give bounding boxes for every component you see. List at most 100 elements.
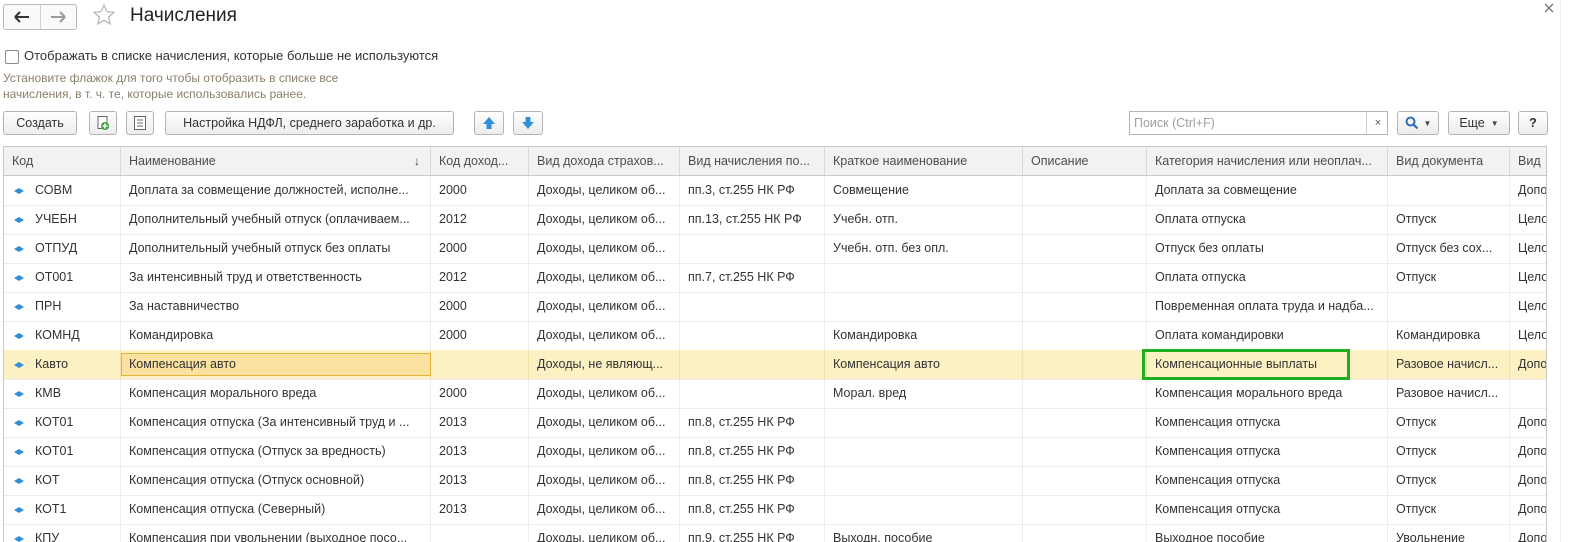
ndfl-settings-button[interactable]: Настройка НДФЛ, среднего заработка и др.	[165, 111, 454, 135]
search-input[interactable]	[1130, 112, 1366, 134]
create-button[interactable]: Создать	[3, 111, 77, 135]
vertical-scrollbar[interactable]	[1560, 0, 1580, 542]
table-cell: Увольнение	[1388, 524, 1510, 542]
table-cell: Совмещение	[825, 176, 1023, 205]
table-cell: Допо	[1510, 495, 1546, 524]
search-clear-button[interactable]: ×	[1366, 112, 1389, 134]
table-cell: Морал. вред	[825, 379, 1023, 408]
table-cell	[1023, 350, 1147, 379]
table-row[interactable]: СОВМ Доплата за совмещение должностей, ис…	[4, 176, 1546, 206]
table-cell: Компенсация морального вреда	[1147, 379, 1388, 408]
table-cell: Компенсация отпуска (Отпуск основной)	[121, 466, 431, 495]
table-cell: Доходы, целиком об...	[529, 495, 680, 524]
table-cell: Доходы, целиком об...	[529, 263, 680, 292]
help-button[interactable]: ?	[1518, 111, 1548, 135]
close-icon	[1544, 3, 1554, 13]
table-cell	[680, 321, 825, 350]
table-cell: Отпуск	[1388, 263, 1510, 292]
table-cell	[1023, 263, 1147, 292]
table-cell: Командировка	[121, 321, 431, 350]
table-cell: Доходы, целиком об...	[529, 176, 680, 205]
table-cell: 2000	[431, 379, 529, 408]
table-row[interactable]: КОТ01 Компенсация отпуска (За интенсивный…	[4, 408, 1546, 438]
table-row[interactable]: КОТ1 Компенсация отпуска (Северный) 2013 До…	[4, 495, 1546, 525]
table-cell: 2000	[431, 292, 529, 321]
accrual-item-icon	[14, 333, 24, 339]
table-cell: Допо	[1510, 408, 1546, 437]
column-header-category[interactable]: Категория начисления или неоплач...	[1147, 147, 1388, 175]
column-header-description[interactable]: Описание	[1023, 147, 1147, 175]
column-header-name[interactable]: Наименование ↓	[121, 147, 431, 175]
list-button[interactable]	[126, 111, 154, 135]
table-cell: Командировка	[1388, 321, 1510, 350]
close-button[interactable]	[1543, 2, 1557, 16]
column-header-insurance-income-type[interactable]: Вид дохода страхов...	[529, 147, 680, 175]
table-row[interactable]: КОМНД Командировка 2000 Доходы, целиком об.…	[4, 321, 1546, 351]
search-button[interactable]: ▼	[1397, 111, 1439, 135]
star-icon	[92, 3, 116, 26]
table-row[interactable]: ПРН За наставничество 2000 Доходы, целиком …	[4, 292, 1546, 322]
table-cell	[825, 495, 1023, 524]
table-cell	[1388, 292, 1510, 321]
table-cell: 2012	[431, 263, 529, 292]
copy-button[interactable]	[89, 111, 117, 135]
arrow-left-icon	[14, 11, 29, 23]
accruals-table: Код Наименование ↓ Код доход... Вид дохо…	[3, 146, 1547, 542]
table-cell: Повременная оплата труда и надба...	[1147, 292, 1388, 321]
forward-button[interactable]	[39, 5, 77, 29]
more-label: Еще	[1459, 116, 1485, 130]
table-row[interactable]: ОТ001 За интенсивный труд и ответственнос…	[4, 263, 1546, 293]
table-cell: Доходы, целиком об...	[529, 292, 680, 321]
table-row[interactable]: КОТ01 Компенсация отпуска (Отпуск за вред…	[4, 437, 1546, 467]
chevron-down-icon: ▼	[1423, 118, 1432, 128]
hint-line-1: Установите флажок для того чтобы отобраз…	[3, 71, 339, 85]
back-button[interactable]	[4, 5, 40, 29]
accrual-item-icon	[14, 420, 24, 426]
table-cell: Отпуск	[1388, 408, 1510, 437]
table-cell	[1023, 408, 1147, 437]
table-cell: 2013	[431, 408, 529, 437]
column-header-code[interactable]: Код	[4, 147, 121, 175]
column-header-type[interactable]: Вид	[1510, 147, 1546, 175]
move-up-button[interactable]	[474, 111, 504, 135]
table-row[interactable]: ОТПУД Дополнительный учебный отпуск без о…	[4, 234, 1546, 264]
favorite-button[interactable]	[92, 3, 116, 27]
table-cell: Цело	[1510, 321, 1546, 350]
table-row[interactable]: УЧЕБН Дополнительный учебный отпуск (опла…	[4, 205, 1546, 235]
table-cell	[1023, 437, 1147, 466]
column-header-document-type[interactable]: Вид документа	[1388, 147, 1510, 175]
table-row[interactable]: КОТ Компенсация отпуска (Отпуск основной)…	[4, 466, 1546, 496]
show-unused-checkbox[interactable]	[5, 50, 19, 64]
table-cell	[680, 350, 825, 379]
table-row[interactable]: КПУ Компенсация при увольнении (выходное …	[4, 524, 1546, 542]
table-cell: Разовое начисл...	[1388, 350, 1510, 379]
more-button[interactable]: Еще ▼	[1448, 111, 1510, 135]
column-header-income-code[interactable]: Код доход...	[431, 147, 529, 175]
column-header-accrual-type[interactable]: Вид начисления по...	[680, 147, 825, 175]
table-cell: Цело	[1510, 263, 1546, 292]
table-cell: Оплата отпуска	[1147, 205, 1388, 234]
accrual-item-icon	[14, 507, 24, 513]
table-row[interactable]: КМВ Компенсация морального вреда 2000 Доход…	[4, 379, 1546, 409]
table-cell	[825, 292, 1023, 321]
table-cell: Доходы, целиком об...	[529, 408, 680, 437]
table-cell	[1023, 495, 1147, 524]
table-cell: Цело	[1510, 205, 1546, 234]
table-cell	[1023, 205, 1147, 234]
column-header-short-name[interactable]: Краткое наименование	[825, 147, 1023, 175]
table-cell: Компенсация отпуска	[1147, 466, 1388, 495]
table-cell: Допо	[1510, 524, 1546, 542]
accrual-item-icon	[14, 449, 24, 455]
table-cell: 2013	[431, 495, 529, 524]
show-unused-label: Отображать в списке начисления, которые …	[24, 48, 439, 63]
table-cell: 2000	[431, 176, 529, 205]
table-cell: Доходы, целиком об...	[529, 437, 680, 466]
move-down-button[interactable]	[513, 111, 543, 135]
page-title: Начисления	[130, 5, 237, 26]
table-cell: Компенсация при увольнении (выходное пос…	[121, 524, 431, 542]
category-highlight-box	[1142, 349, 1350, 380]
table-cell: пп.8, ст.255 НК РФ	[680, 466, 825, 495]
focused-cell[interactable]: Компенсация авто	[121, 353, 431, 376]
table-cell: пп.8, ст.255 НК РФ	[680, 495, 825, 524]
table-cell: Дополнительный учебный отпуск без оплаты	[121, 234, 431, 263]
